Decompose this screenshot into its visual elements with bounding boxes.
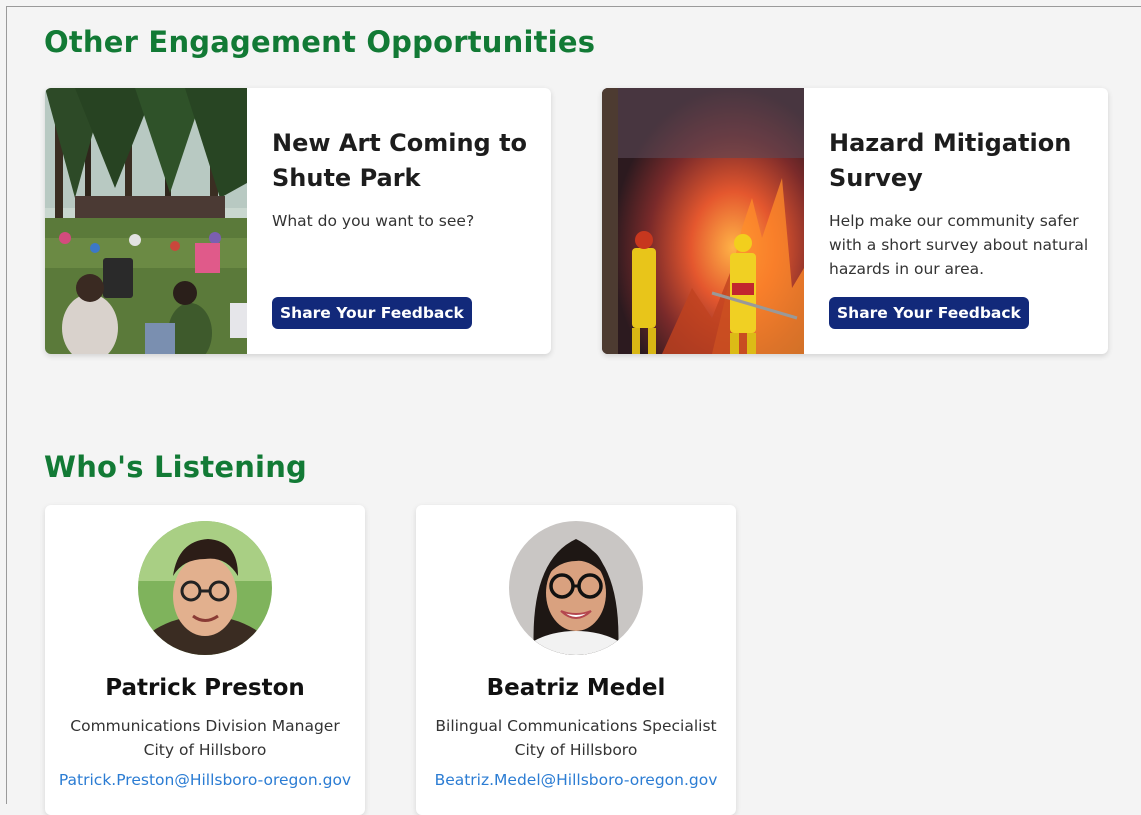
contact-email-link[interactable]: Patrick.Preston@Hillsboro-oregon.gov xyxy=(55,771,355,789)
contact-card-beatriz: Beatriz Medel Bilingual Communications S… xyxy=(416,505,736,815)
opportunity-description: What do you want to see? xyxy=(272,212,475,230)
contact-organization: City of Hillsboro xyxy=(514,741,638,759)
opportunity-description: Help make our community safer with a sho… xyxy=(829,212,1089,278)
share-feedback-button[interactable]: Share Your Feedback xyxy=(829,297,1029,329)
avatar-beatriz xyxy=(509,521,643,655)
opportunity-card-hazard-survey[interactable]: Hazard Mitigation Survey Help make our c… xyxy=(602,88,1108,354)
contact-email-link[interactable]: Beatriz.Medel@Hillsboro-oregon.gov xyxy=(426,771,726,789)
share-feedback-button[interactable]: Share Your Feedback xyxy=(272,297,472,329)
contact-name: Beatriz Medel xyxy=(486,675,666,701)
opportunity-title: New Art Coming to Shute Park xyxy=(272,129,528,192)
contact-card-patrick: Patrick Preston Communications Division … xyxy=(45,505,365,815)
firefighters-photo xyxy=(602,88,804,354)
park-crowd-photo xyxy=(45,88,247,354)
contact-role: Communications Division Manager xyxy=(70,717,340,735)
section-title-engagement: Other Engagement Opportunities xyxy=(44,25,596,59)
opportunity-card-shute-park[interactable]: New Art Coming to Shute Park What do you… xyxy=(45,88,551,354)
contact-name: Patrick Preston xyxy=(105,675,305,701)
section-title-listening: Who's Listening xyxy=(44,450,307,484)
avatar-patrick xyxy=(138,521,272,655)
contact-organization: City of Hillsboro xyxy=(143,741,267,759)
contact-role: Bilingual Communications Specialist xyxy=(435,717,717,735)
opportunity-title: Hazard Mitigation Survey xyxy=(829,129,1072,192)
